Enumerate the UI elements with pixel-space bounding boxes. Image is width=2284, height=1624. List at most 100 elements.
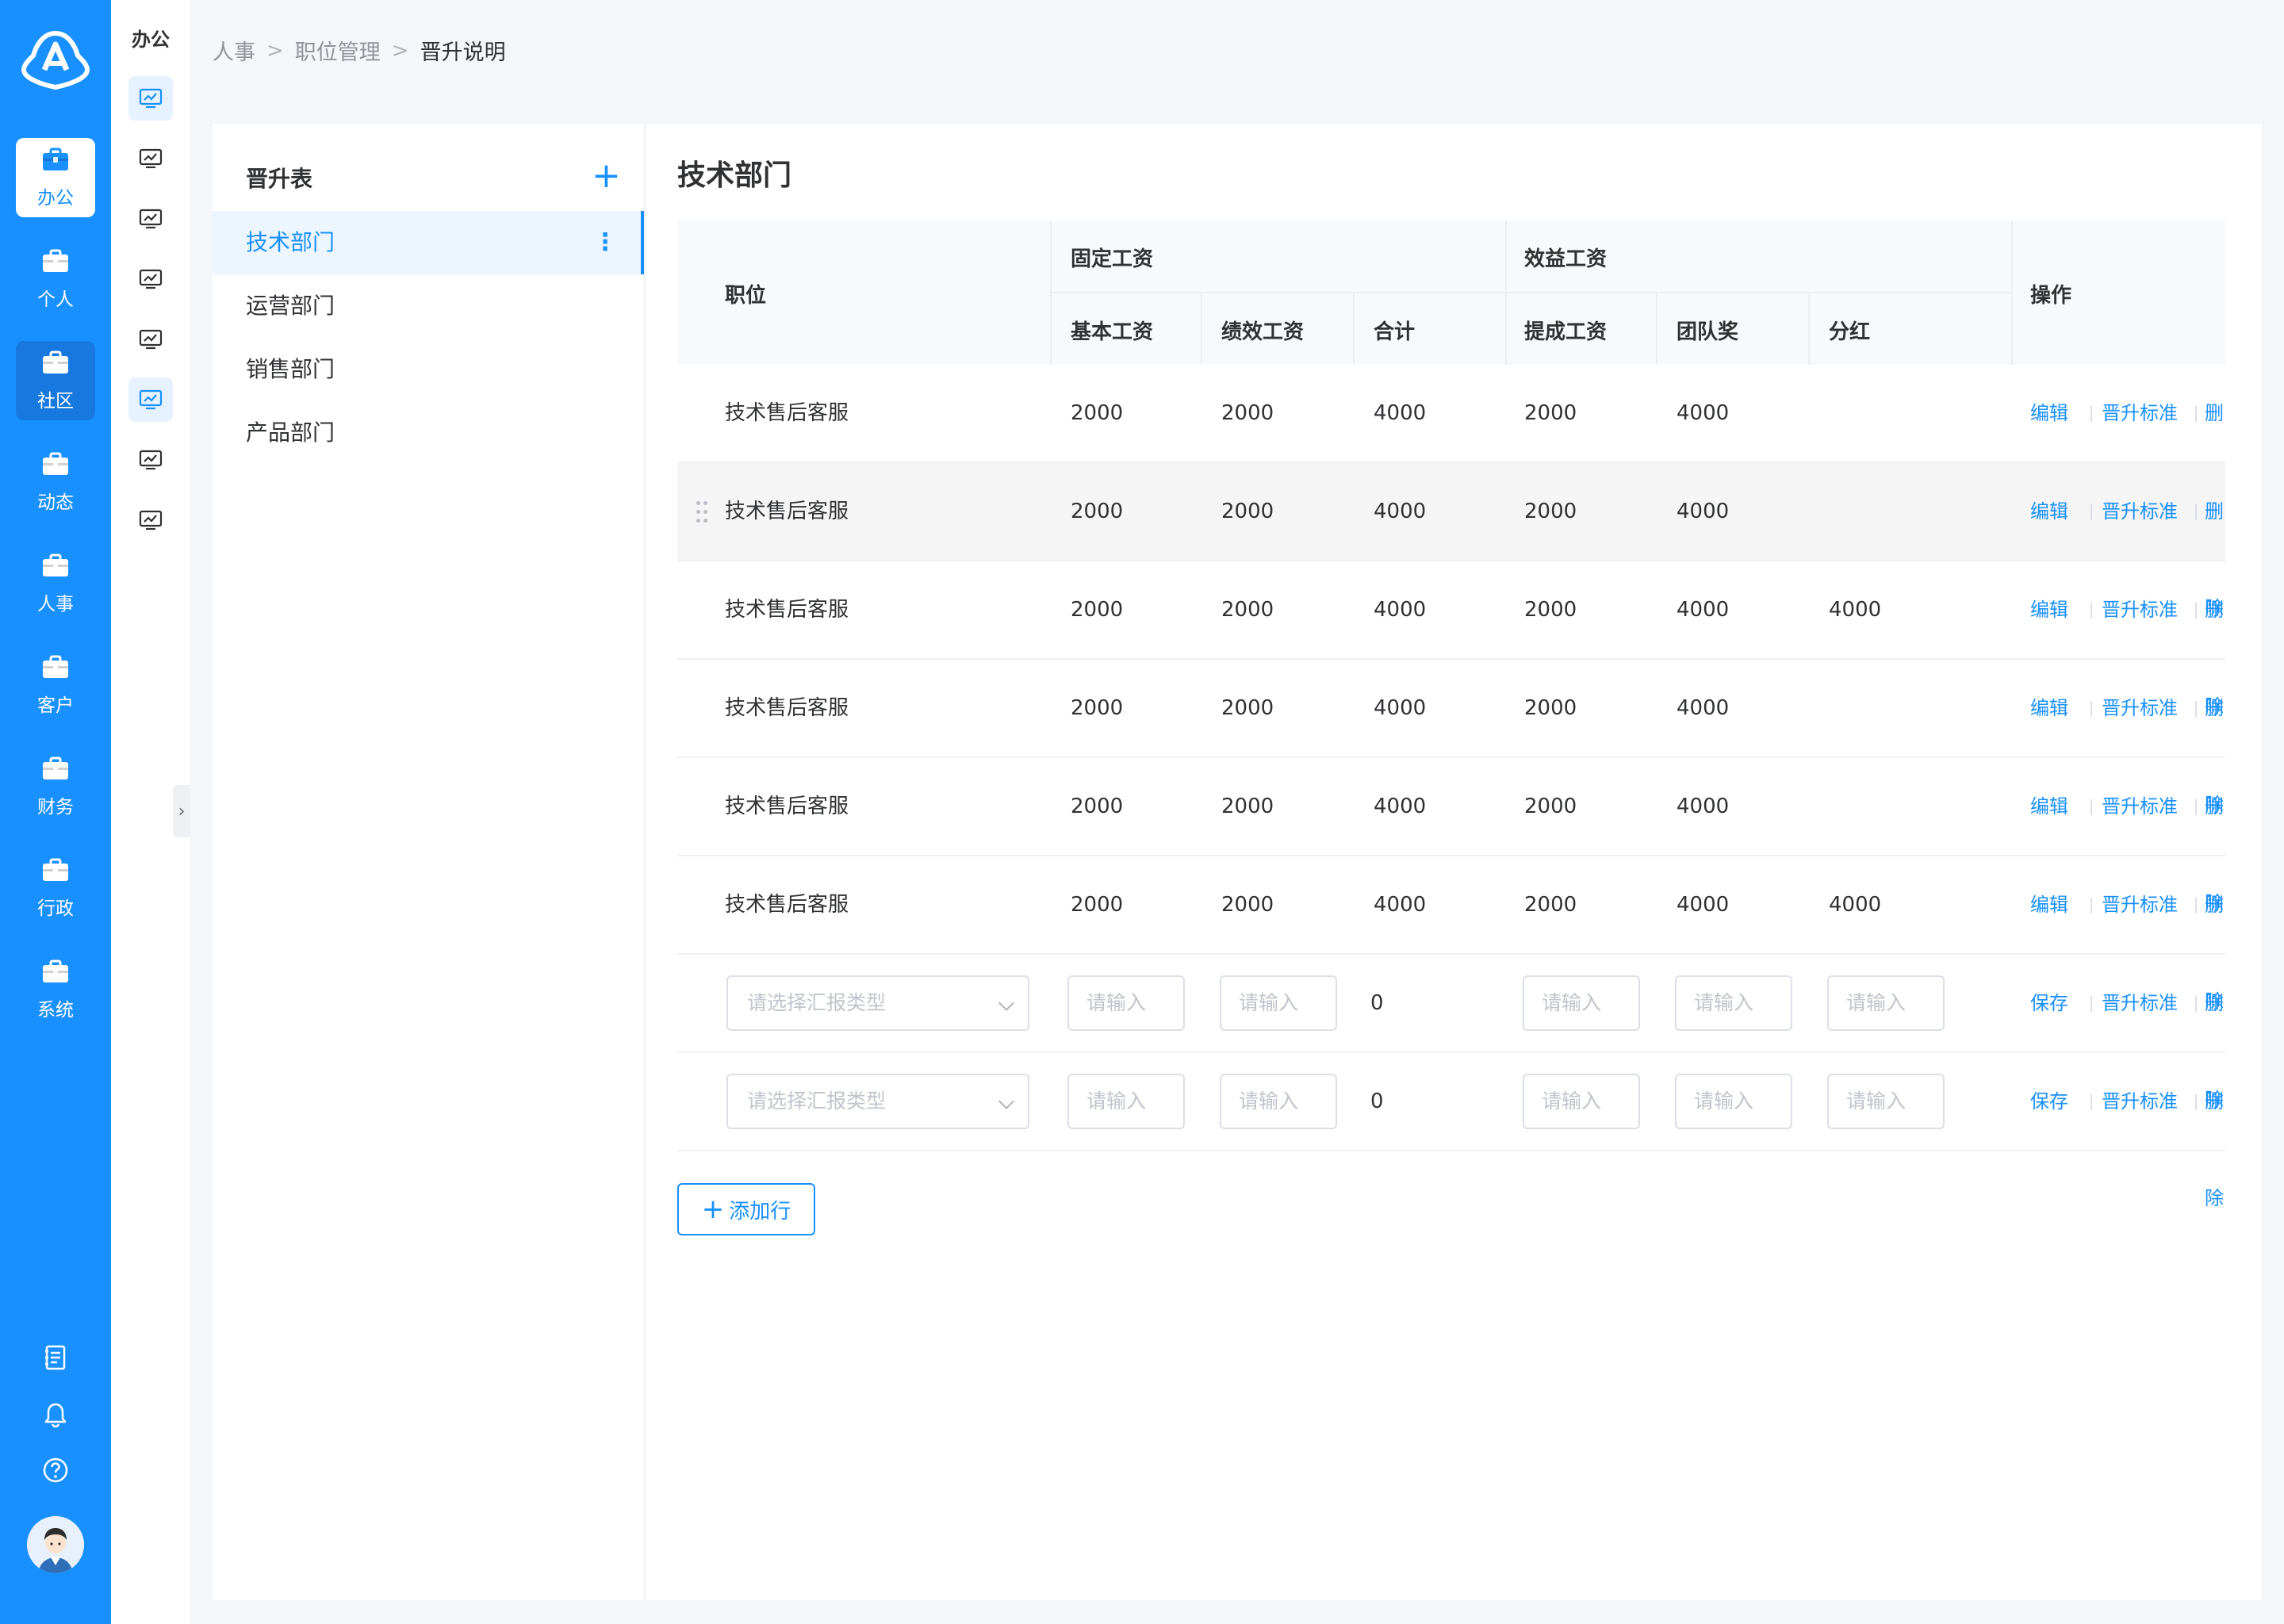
- header-bonus-salary: 效益工资: [1524, 247, 1608, 271]
- edit-link[interactable]: 编辑: [2030, 856, 2068, 953]
- monitor-chart-icon[interactable]: [128, 498, 173, 542]
- bell-icon[interactable]: [0, 1400, 111, 1429]
- header-dividend: 分红: [1829, 320, 1871, 344]
- cell-commission: 2000: [1524, 795, 1577, 818]
- delete-link[interactable]: 删除: [2205, 660, 2225, 816]
- monitor-chart-icon[interactable]: [128, 197, 173, 241]
- monitor-chart-icon[interactable]: [128, 136, 173, 181]
- cell-total: 0: [1370, 1090, 1384, 1113]
- monitor-chart-icon[interactable]: [128, 76, 173, 121]
- promotion-standard-link[interactable]: 晋升标准: [2102, 660, 2178, 756]
- cell-total: 4000: [1374, 696, 1427, 720]
- promotion-standard-link[interactable]: 晋升标准: [2102, 856, 2178, 953]
- promotion-standard-link[interactable]: 晋升标准: [2102, 561, 2178, 658]
- nav-item-label: 人事: [37, 594, 74, 615]
- chevron-down-icon: [998, 995, 1014, 1011]
- department-item[interactable]: 销售部门: [213, 338, 644, 401]
- divider: [2195, 996, 2197, 1012]
- edit-link[interactable]: 编辑: [2030, 365, 2068, 462]
- promotion-standard-link[interactable]: 晋升标准: [2102, 955, 2178, 1051]
- help-icon[interactable]: [0, 1456, 111, 1484]
- user-avatar[interactable]: [27, 1516, 84, 1573]
- nav-item[interactable]: 行政: [16, 848, 95, 928]
- save-link[interactable]: 保存: [2030, 955, 2068, 1051]
- edit-link[interactable]: 编辑: [2030, 561, 2068, 658]
- document-icon[interactable]: [0, 1343, 111, 1372]
- department-item[interactable]: 运营部门: [213, 274, 644, 338]
- dividend-input[interactable]: 请输入: [1827, 975, 1945, 1031]
- department-item[interactable]: 技术部门 ⋮: [213, 211, 644, 274]
- nav-item[interactable]: 社区: [16, 341, 95, 420]
- promotion-standard-link[interactable]: 晋升标准: [2102, 1053, 2178, 1150]
- perf-input[interactable]: 请输入: [1220, 1074, 1337, 1129]
- cell-total: 4000: [1374, 893, 1427, 917]
- breadcrumb-item[interactable]: 人事: [213, 35, 255, 66]
- delete-link[interactable]: 删除: [2205, 955, 2225, 1111]
- monitor-chart-icon[interactable]: [128, 317, 173, 362]
- table-row: 技术售后客服 2000 2000 4000 2000 4000 编辑晋升标准删除: [677, 365, 2225, 521]
- save-link[interactable]: 保存: [2030, 1053, 2068, 1150]
- commission-input[interactable]: 请输入: [1523, 1074, 1640, 1129]
- monitor-chart-icon[interactable]: [128, 438, 173, 482]
- edit-link[interactable]: 编辑: [2030, 463, 2068, 560]
- team-input[interactable]: 请输入: [1675, 975, 1792, 1031]
- more-vertical-icon[interactable]: ⋮: [593, 211, 617, 274]
- perf-input[interactable]: 请输入: [1220, 975, 1337, 1031]
- header-base-salary: 基本工资: [1071, 320, 1154, 344]
- promotion-standard-link[interactable]: 晋升标准: [2102, 463, 2178, 560]
- divider: [2090, 504, 2092, 520]
- commission-input[interactable]: 请输入: [1523, 975, 1640, 1031]
- base-input[interactable]: 请输入: [1067, 975, 1185, 1031]
- promotion-standard-link[interactable]: 晋升标准: [2102, 365, 2178, 462]
- header-commission: 提成工资: [1524, 320, 1608, 344]
- main-nav-rail: 办公个人社区动态人事客户财务行政系统: [0, 0, 111, 1624]
- breadcrumb-item[interactable]: 职位管理: [295, 35, 381, 66]
- monitor-chart-icon[interactable]: [128, 257, 173, 301]
- nav-item[interactable]: 个人: [16, 239, 95, 319]
- delete-link[interactable]: 删除: [2205, 856, 2225, 1013]
- report-type-select[interactable]: 请选择汇报类型: [726, 1074, 1029, 1129]
- page-title: 技术部门: [677, 159, 792, 192]
- header-team-bonus: 团队奖: [1677, 320, 1739, 344]
- chevron-right-icon: >: [391, 38, 409, 63]
- add-department-button[interactable]: +: [592, 159, 621, 193]
- select-placeholder: 请选择汇报类型: [747, 991, 887, 1014]
- plus-icon: +: [701, 1193, 725, 1225]
- cell-perf: 2000: [1221, 500, 1274, 523]
- dividend-input[interactable]: 请输入: [1827, 1074, 1945, 1129]
- table-row: 技术售后客服 2000 2000 4000 2000 4000 4000 编辑 晋升标准 删除: [677, 856, 2225, 1013]
- delete-link[interactable]: 删除: [2205, 365, 2225, 521]
- report-type-select[interactable]: 请选择汇报类型: [726, 975, 1029, 1031]
- collapse-toggle[interactable]: ›: [173, 785, 190, 837]
- edit-link[interactable]: 编辑: [2030, 758, 2068, 855]
- department-item[interactable]: 产品部门: [213, 401, 644, 465]
- briefcase-icon: [40, 653, 71, 684]
- divider: [2195, 1094, 2197, 1110]
- nav-item[interactable]: 客户: [16, 645, 95, 725]
- team-input[interactable]: 请输入: [1675, 1074, 1792, 1129]
- app-logo[interactable]: [16, 29, 95, 97]
- add-row-button[interactable]: + 添加行: [677, 1183, 815, 1235]
- divider: [1656, 293, 1657, 365]
- department-list: 晋升表 + 技术部门 ⋮ 运营部门 销售部门 产品部门: [213, 124, 646, 1600]
- cell-commission: 2000: [1524, 401, 1577, 425]
- cell-position: 技术售后客服: [725, 401, 849, 425]
- nav-item[interactable]: 系统: [16, 950, 95, 1029]
- nav-item[interactable]: 人事: [16, 544, 95, 623]
- chevron-right-icon: >: [266, 38, 284, 63]
- edit-link[interactable]: 编辑: [2030, 660, 2068, 756]
- drag-handle-icon[interactable]: [696, 501, 709, 523]
- department-item-label: 运营部门: [246, 293, 335, 319]
- delete-link[interactable]: 删除: [2205, 758, 2225, 914]
- nav-item[interactable]: 办公: [16, 138, 95, 217]
- briefcase-icon: [40, 349, 71, 379]
- editable-table-row: 请选择汇报类型 请输入 请输入 请输入 请输入 请输入 0 保存 晋升标准 删除: [677, 1053, 2225, 1209]
- delete-link[interactable]: 删除: [2205, 1053, 2225, 1209]
- promotion-standard-link[interactable]: 晋升标准: [2102, 758, 2178, 855]
- monitor-chart-icon[interactable]: [128, 377, 173, 422]
- nav-item[interactable]: 财务: [16, 747, 95, 826]
- delete-link[interactable]: 删除: [2205, 463, 2225, 619]
- base-input[interactable]: 请输入: [1067, 1074, 1185, 1129]
- nav-item[interactable]: 动态: [16, 442, 95, 522]
- delete-link[interactable]: 删除: [2205, 561, 2225, 718]
